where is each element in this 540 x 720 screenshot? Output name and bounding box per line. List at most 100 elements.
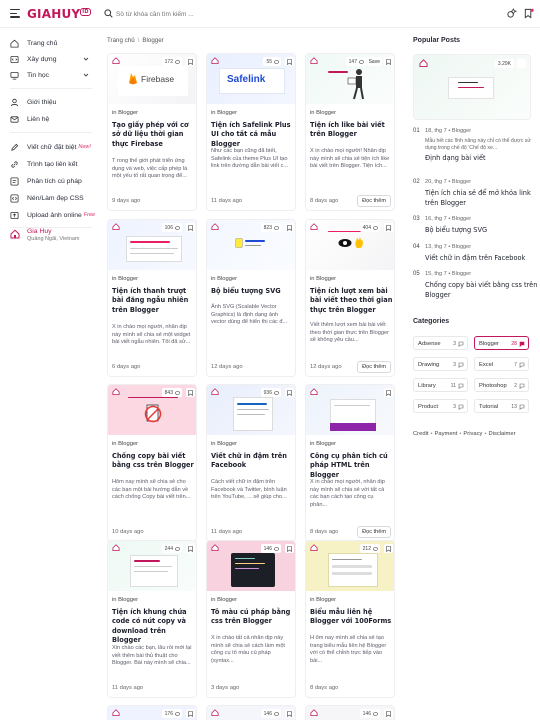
read-more-button[interactable]: Đọc thêm bbox=[357, 361, 391, 373]
search-input[interactable] bbox=[116, 7, 316, 21]
post-category[interactable]: in Blogger bbox=[310, 110, 336, 116]
post-thumbnail[interactable]: 146 bbox=[207, 706, 295, 720]
post-thumbnail[interactable]: 843 bbox=[108, 385, 196, 435]
post-title[interactable]: Công cụ phân tích cú pháp HTML trên Blog… bbox=[310, 452, 394, 480]
menu-icon[interactable] bbox=[10, 9, 20, 18]
sidebar-item-upload-image[interactable]: Upload ảnh online Free bbox=[10, 209, 100, 221]
bookmark-button[interactable] bbox=[285, 223, 294, 232]
post-card[interactable]: 843 in Blogger Chống copy bài viết bằng … bbox=[107, 384, 197, 542]
post-title[interactable]: Tiện ích khung chứa code có nút copy và … bbox=[112, 608, 196, 646]
post-card[interactable]: 404 in Blogger Tiện ích lượt xem bài bài… bbox=[305, 219, 395, 377]
post-category[interactable]: in Blogger bbox=[112, 441, 138, 447]
popular-title[interactable]: Chống copy bài viết bằng css trên Blogge… bbox=[425, 281, 540, 300]
bookmark-button[interactable] bbox=[186, 388, 195, 397]
post-card[interactable]: 147 Save in Blogger Tiện ích like bài vi… bbox=[305, 53, 395, 211]
bookmark-button[interactable] bbox=[285, 544, 294, 553]
category-chip[interactable]: Excel 7 bbox=[474, 357, 529, 371]
bookmark-button[interactable] bbox=[186, 544, 195, 553]
bookmark-button[interactable] bbox=[517, 59, 526, 68]
post-title[interactable]: Tạo giấy phép với cơ sở dữ liệu thời gia… bbox=[112, 121, 196, 149]
post-card[interactable]: 823 in Blogger Bộ biểu tượng SVG Ảnh SVG… bbox=[206, 219, 296, 377]
post-card[interactable]: Firebase 172 in Blogger Tạo giấy phép vớ… bbox=[107, 53, 197, 211]
post-title[interactable]: Biểu mẫu liên hệ Blogger với 100Forms bbox=[310, 608, 394, 627]
post-category[interactable]: in Blogger bbox=[112, 276, 138, 282]
bookmark-icon[interactable] bbox=[523, 8, 534, 19]
post-title[interactable]: Tiện ích lượt xem bài bài viết theo thời… bbox=[310, 287, 394, 315]
post-title[interactable]: Bộ biểu tượng SVG bbox=[211, 287, 295, 296]
post-card[interactable]: 106 in Blogger Tiện ích thanh trượt bài … bbox=[107, 219, 197, 377]
bookmark-button[interactable] bbox=[384, 544, 393, 553]
bookmark-button[interactable] bbox=[384, 223, 393, 232]
post-card[interactable]: 146 in Blogger Tô màu cú pháp bằng css t… bbox=[206, 540, 296, 698]
post-card[interactable]: Safelink 55 in Blogger Tiện ích Safelink… bbox=[206, 53, 296, 211]
post-thumbnail[interactable] bbox=[306, 385, 394, 435]
post-category[interactable]: in Blogger bbox=[211, 110, 237, 116]
bookmark-button[interactable] bbox=[384, 57, 393, 66]
category-chip[interactable]: Drawing 3 bbox=[413, 357, 468, 371]
sidebar-item-build[interactable]: Xây dựng bbox=[10, 53, 100, 65]
post-card[interactable]: 146 bbox=[206, 705, 296, 720]
post-card[interactable]: 244 in Blogger Tiện ích khung chứa code … bbox=[107, 540, 197, 698]
read-more-button[interactable]: Đọc thêm bbox=[357, 526, 391, 538]
bookmark-button[interactable] bbox=[186, 709, 195, 718]
sidebar-item-contact[interactable]: Liên hệ bbox=[10, 113, 100, 125]
post-thumbnail[interactable]: 106 bbox=[108, 220, 196, 270]
post-thumbnail[interactable]: 146 bbox=[207, 541, 295, 591]
popular-title[interactable]: Viết chữ in đậm trên Facebook bbox=[425, 254, 540, 264]
post-title[interactable]: Tiện ích thanh trượt bài đăng ngẫu nhiên… bbox=[112, 287, 196, 315]
category-chip[interactable]: Product 3 bbox=[413, 399, 468, 413]
category-chip[interactable]: Library 11 bbox=[413, 378, 468, 392]
post-title[interactable]: Chống copy bài viết bằng css trên Blogge… bbox=[112, 452, 196, 471]
sidebar-item-about[interactable]: Giới thiệu bbox=[10, 96, 100, 108]
bookmark-button[interactable] bbox=[285, 709, 294, 718]
post-thumbnail[interactable]: 146 bbox=[306, 706, 394, 720]
post-thumbnail[interactable]: 404 bbox=[306, 220, 394, 270]
post-category[interactable]: in Blogger bbox=[310, 597, 336, 603]
read-more-button[interactable]: Đọc thêm bbox=[357, 195, 391, 207]
sidebar-item-css-minify[interactable]: Nén/Làm đẹp CSS bbox=[10, 192, 100, 204]
post-category[interactable]: in Blogger bbox=[211, 597, 237, 603]
category-chip[interactable]: Adsense 3 bbox=[413, 336, 468, 350]
footer-link-credit[interactable]: Credit bbox=[413, 431, 428, 437]
post-card[interactable]: 212 in Blogger Biểu mẫu liên hệ Blogger … bbox=[305, 540, 395, 698]
post-thumbnail[interactable]: Firebase 172 bbox=[108, 54, 196, 104]
post-thumbnail[interactable]: 936 bbox=[207, 385, 295, 435]
post-card[interactable]: 176 bbox=[107, 705, 197, 720]
save-label[interactable]: Save bbox=[366, 57, 382, 66]
post-thumbnail[interactable]: 147 Save bbox=[306, 54, 394, 104]
breadcrumb-home-link[interactable]: Trang chủ bbox=[107, 37, 135, 44]
post-card[interactable]: 146 bbox=[305, 705, 395, 720]
sidebar-item-it[interactable]: Tin học bbox=[10, 69, 100, 81]
post-category[interactable]: in Blogger bbox=[211, 441, 237, 447]
post-thumbnail[interactable]: Safelink 55 bbox=[207, 54, 295, 104]
post-category[interactable]: in Blogger bbox=[112, 597, 138, 603]
bookmark-button[interactable] bbox=[285, 57, 294, 66]
post-title[interactable]: Tiện ích Safelink Plus UI cho tất cả mẫu… bbox=[211, 121, 295, 149]
theme-toggle-icon[interactable] bbox=[506, 8, 517, 19]
bookmark-button[interactable] bbox=[384, 388, 393, 397]
sidebar-item-special-text[interactable]: Viết chữ đặt biệt New! bbox=[10, 141, 100, 153]
bookmark-button[interactable] bbox=[285, 388, 294, 397]
sidebar-item-parser[interactable]: Phân tích cú pháp bbox=[10, 175, 100, 187]
post-title[interactable]: Viết chữ in đậm trên Facebook bbox=[211, 452, 295, 471]
post-title[interactable]: Tô màu cú pháp bằng css trên Blogger bbox=[211, 608, 295, 627]
post-category[interactable]: in Blogger bbox=[112, 110, 138, 116]
post-card[interactable]: in Blogger Công cụ phân tích cú pháp HTM… bbox=[305, 384, 395, 542]
sidebar-item-home[interactable]: Trang chủ bbox=[10, 37, 100, 49]
post-thumbnail[interactable]: 176 bbox=[108, 706, 196, 720]
post-thumbnail[interactable]: 244 bbox=[108, 541, 196, 591]
post-card[interactable]: 936 in Blogger Viết chữ in đậm trên Face… bbox=[206, 384, 296, 542]
bookmark-button[interactable] bbox=[186, 223, 195, 232]
search-icon[interactable] bbox=[104, 9, 113, 18]
breadcrumb-current[interactable]: Blogger bbox=[142, 37, 163, 44]
post-category[interactable]: in Blogger bbox=[310, 276, 336, 282]
sidebar-item-link-generator[interactable]: Trình tạo liên kết bbox=[10, 158, 100, 170]
category-chip[interactable]: Blogger 28 bbox=[474, 336, 529, 350]
post-thumbnail[interactable]: 212 bbox=[306, 541, 394, 591]
footer-link-payment[interactable]: Payment bbox=[435, 431, 458, 437]
popular-title[interactable]: Bộ biểu tượng SVG bbox=[425, 226, 540, 236]
popular-title[interactable]: Tiện ích chia sẻ để mở khóa link trên Bl… bbox=[425, 189, 540, 208]
post-category[interactable]: in Blogger bbox=[310, 441, 336, 447]
post-thumbnail[interactable]: 823 bbox=[207, 220, 295, 270]
bookmark-button[interactable] bbox=[186, 57, 195, 66]
